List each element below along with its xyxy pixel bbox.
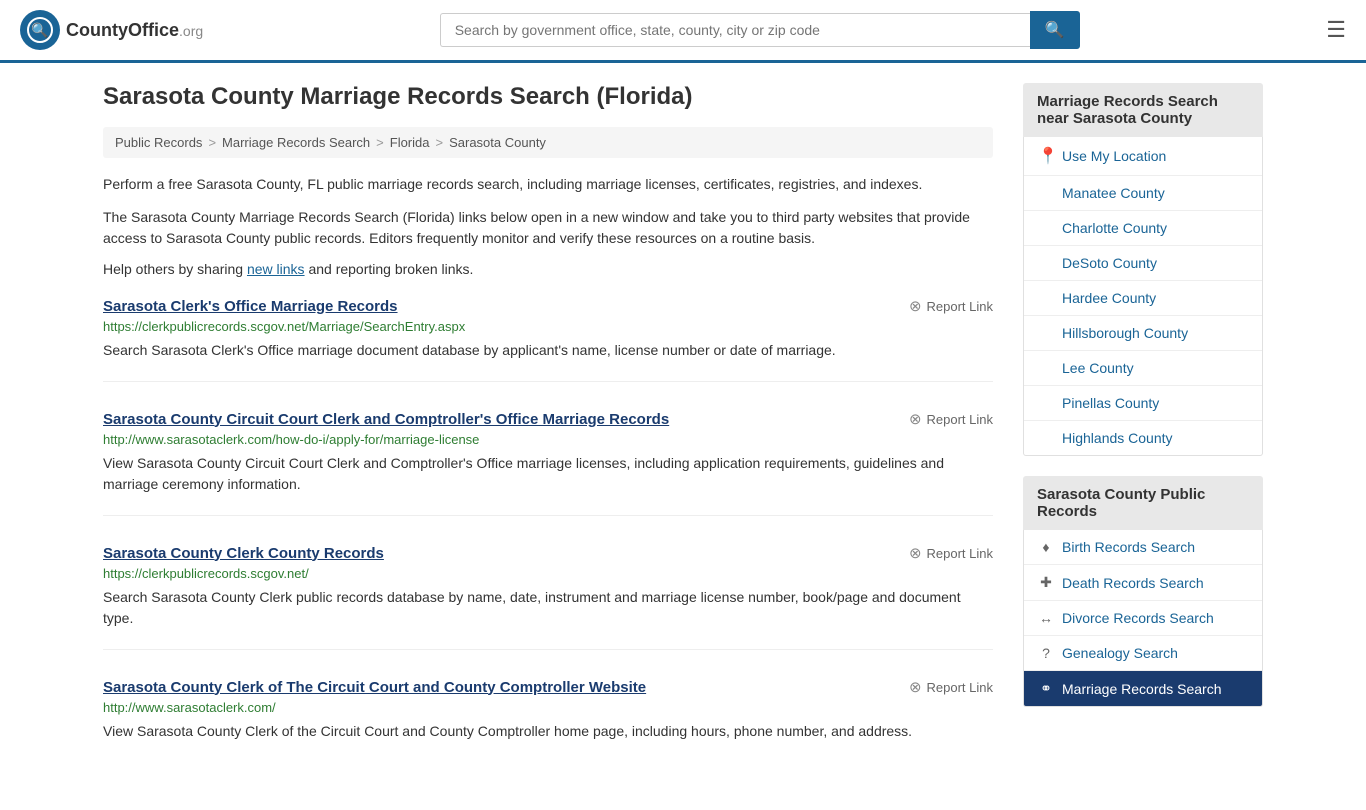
result-url: https://clerkpublicrecords.scgov.net/ bbox=[103, 566, 993, 581]
result-description: Search Sarasota County Clerk public reco… bbox=[103, 587, 993, 629]
logo-area: 🔍 CountyOffice.org bbox=[20, 10, 203, 50]
desoto-county-link[interactable]: DeSoto County bbox=[1062, 255, 1157, 271]
divorce-icon: ↔ bbox=[1038, 610, 1054, 626]
death-icon: ✚ bbox=[1038, 574, 1054, 591]
sidebar-item-lee[interactable]: Lee County bbox=[1024, 351, 1262, 386]
marriage-records-link[interactable]: Marriage Records Search bbox=[1062, 681, 1222, 697]
breadcrumb-marriage-records[interactable]: Marriage Records Search bbox=[222, 135, 370, 150]
logo-text: CountyOffice.org bbox=[66, 20, 203, 41]
sidebar-item-hillsborough[interactable]: Hillsborough County bbox=[1024, 316, 1262, 351]
pinellas-county-link[interactable]: Pinellas County bbox=[1062, 395, 1159, 411]
result-description: View Sarasota County Clerk of the Circui… bbox=[103, 721, 993, 742]
sidebar-item-charlotte[interactable]: Charlotte County bbox=[1024, 211, 1262, 246]
breadcrumb: Public Records > Marriage Records Search… bbox=[103, 127, 993, 158]
lee-county-link[interactable]: Lee County bbox=[1062, 360, 1134, 376]
sidebar-item-hardee[interactable]: Hardee County bbox=[1024, 281, 1262, 316]
description-2: The Sarasota County Marriage Records Sea… bbox=[103, 207, 993, 249]
result-title[interactable]: Sarasota County Circuit Court Clerk and … bbox=[103, 411, 669, 428]
new-links[interactable]: new links bbox=[247, 261, 305, 277]
result-title[interactable]: Sarasota County Clerk County Records bbox=[103, 545, 384, 562]
breadcrumb-current: Sarasota County bbox=[449, 135, 546, 150]
search-input[interactable] bbox=[440, 13, 1030, 47]
menu-button[interactable]: ☰ bbox=[1326, 17, 1346, 43]
highlands-county-link[interactable]: Highlands County bbox=[1062, 430, 1173, 446]
result-item: Sarasota County Clerk of The Circuit Cou… bbox=[103, 678, 993, 762]
marriage-records-item[interactable]: ⚭ Marriage Records Search bbox=[1024, 671, 1262, 706]
nearby-list: 📍 Use My Location Manatee County Charlot… bbox=[1023, 137, 1263, 456]
result-title[interactable]: Sarasota County Clerk of The Circuit Cou… bbox=[103, 679, 646, 696]
logo-icon: 🔍 bbox=[20, 10, 60, 50]
result-description: Search Sarasota Clerk's Office marriage … bbox=[103, 340, 993, 361]
public-records-list: ♦ Birth Records Search ✚ Death Records S… bbox=[1023, 530, 1263, 707]
report-link[interactable]: ⊗ Report Link bbox=[909, 678, 993, 696]
result-url: https://clerkpublicrecords.scgov.net/Mar… bbox=[103, 319, 993, 334]
breadcrumb-florida[interactable]: Florida bbox=[390, 135, 430, 150]
hardee-county-link[interactable]: Hardee County bbox=[1062, 290, 1156, 306]
main-content: Sarasota County Marriage Records Search … bbox=[103, 83, 993, 790]
site-header: 🔍 CountyOffice.org 🔍 ☰ bbox=[0, 0, 1366, 63]
nearby-heading: Marriage Records Search near Sarasota Co… bbox=[1023, 83, 1263, 137]
result-url: http://www.sarasotaclerk.com/how-do-i/ap… bbox=[103, 432, 993, 447]
search-button[interactable]: 🔍 bbox=[1030, 11, 1080, 49]
result-item: Sarasota Clerk's Office Marriage Records… bbox=[103, 297, 993, 382]
use-my-location-item[interactable]: 📍 Use My Location bbox=[1024, 137, 1262, 176]
svg-text:🔍: 🔍 bbox=[31, 21, 48, 39]
results-list: Sarasota Clerk's Office Marriage Records… bbox=[103, 297, 993, 762]
birth-icon: ♦ bbox=[1038, 539, 1054, 555]
birth-records-item[interactable]: ♦ Birth Records Search bbox=[1024, 530, 1262, 565]
report-icon: ⊗ bbox=[909, 678, 922, 696]
sidebar-item-pinellas[interactable]: Pinellas County bbox=[1024, 386, 1262, 421]
result-url: http://www.sarasotaclerk.com/ bbox=[103, 700, 993, 715]
result-item: Sarasota County Clerk County Records ⊗ R… bbox=[103, 544, 993, 650]
manatee-county-link[interactable]: Manatee County bbox=[1062, 185, 1165, 201]
report-link[interactable]: ⊗ Report Link bbox=[909, 297, 993, 315]
marriage-icon: ⚭ bbox=[1038, 680, 1054, 697]
report-icon: ⊗ bbox=[909, 297, 922, 315]
location-icon: 📍 bbox=[1038, 146, 1054, 166]
report-icon: ⊗ bbox=[909, 544, 922, 562]
genealogy-link[interactable]: Genealogy Search bbox=[1062, 645, 1178, 661]
report-link[interactable]: ⊗ Report Link bbox=[909, 410, 993, 428]
public-records-heading: Sarasota County Public Records bbox=[1023, 476, 1263, 530]
sidebar-item-manatee[interactable]: Manatee County bbox=[1024, 176, 1262, 211]
divorce-records-item[interactable]: ↔ Divorce Records Search bbox=[1024, 601, 1262, 636]
page-title: Sarasota County Marriage Records Search … bbox=[103, 83, 993, 111]
sidebar: Marriage Records Search near Sarasota Co… bbox=[1023, 83, 1263, 790]
charlotte-county-link[interactable]: Charlotte County bbox=[1062, 220, 1167, 236]
hillsborough-county-link[interactable]: Hillsborough County bbox=[1062, 325, 1188, 341]
public-records-section: Sarasota County Public Records ♦ Birth R… bbox=[1023, 476, 1263, 707]
genealogy-item[interactable]: ? Genealogy Search bbox=[1024, 636, 1262, 671]
divorce-records-link[interactable]: Divorce Records Search bbox=[1062, 610, 1214, 626]
sidebar-item-desoto[interactable]: DeSoto County bbox=[1024, 246, 1262, 281]
search-area: 🔍 bbox=[440, 11, 1080, 49]
description-1: Perform a free Sarasota County, FL publi… bbox=[103, 174, 993, 195]
report-link[interactable]: ⊗ Report Link bbox=[909, 544, 993, 562]
page-container: Sarasota County Marriage Records Search … bbox=[83, 63, 1283, 810]
birth-records-link[interactable]: Birth Records Search bbox=[1062, 539, 1195, 555]
genealogy-icon: ? bbox=[1038, 645, 1054, 661]
sidebar-item-highlands[interactable]: Highlands County bbox=[1024, 421, 1262, 455]
death-records-link[interactable]: Death Records Search bbox=[1062, 575, 1204, 591]
help-text: Help others by sharing new links and rep… bbox=[103, 261, 993, 277]
breadcrumb-public-records[interactable]: Public Records bbox=[115, 135, 202, 150]
result-item: Sarasota County Circuit Court Clerk and … bbox=[103, 410, 993, 516]
result-title[interactable]: Sarasota Clerk's Office Marriage Records bbox=[103, 298, 398, 315]
result-description: View Sarasota County Circuit Court Clerk… bbox=[103, 453, 993, 495]
nearby-section: Marriage Records Search near Sarasota Co… bbox=[1023, 83, 1263, 456]
death-records-item[interactable]: ✚ Death Records Search bbox=[1024, 565, 1262, 601]
report-icon: ⊗ bbox=[909, 410, 922, 428]
use-my-location-link[interactable]: Use My Location bbox=[1062, 148, 1166, 164]
